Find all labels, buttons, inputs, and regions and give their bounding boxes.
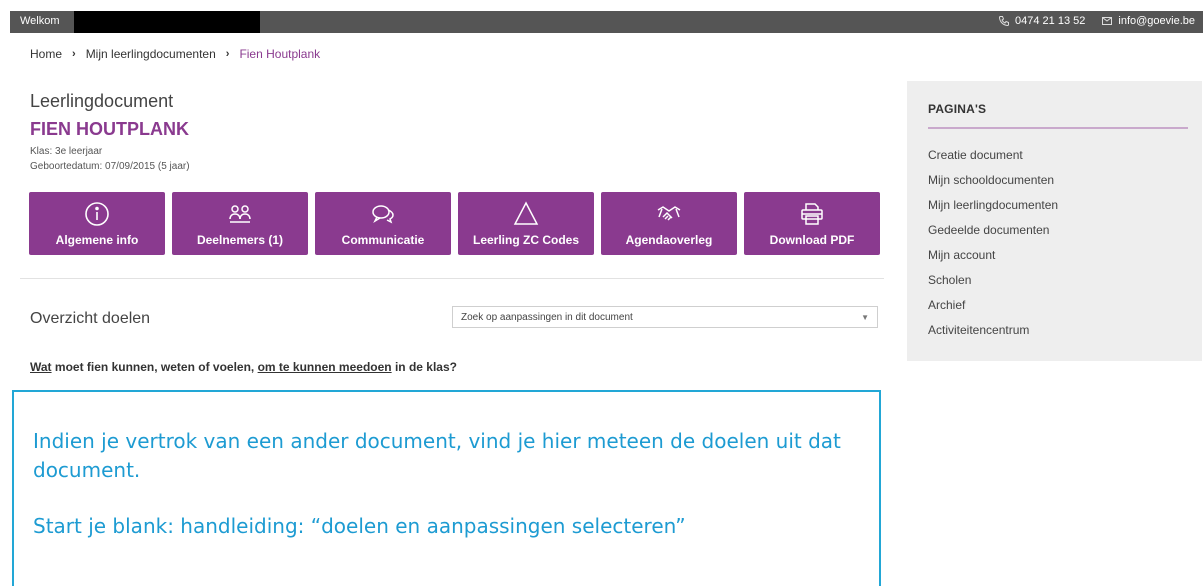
algemene-info-button[interactable]: Algemene info (29, 192, 165, 255)
sidebar-divider (928, 127, 1188, 129)
caret-down-icon: ▼ (861, 313, 869, 322)
welcome-text: Welkom (20, 15, 60, 27)
button-label: Communicatie (341, 232, 425, 247)
mail-icon (1102, 17, 1113, 25)
sidebar-item-mijn-leerlingdocumenten[interactable]: Mijn leerlingdocumenten (928, 198, 1058, 223)
search-select-placeholder: Zoek op aanpassingen in dit document (461, 312, 633, 323)
phone-link[interactable]: 0474 21 13 52 (998, 15, 1085, 27)
callout-text-2: Start je blank: handleiding: “doelen en … (33, 514, 686, 538)
sidebar-menu: Creatie document Mijn schooldocumenten M… (928, 148, 1058, 348)
users-icon (229, 204, 251, 223)
phone-icon (999, 16, 1010, 27)
chat-icon (372, 204, 394, 223)
button-label: Algemene info (55, 232, 139, 247)
question-link-meedoen[interactable]: om te kunnen meedoen (258, 360, 392, 374)
sidebar-item-mijn-schooldocumenten[interactable]: Mijn schooldocumenten (928, 173, 1058, 198)
sidebar-item-activiteitencentrum[interactable]: Activiteitencentrum (928, 323, 1058, 348)
question-link-wat[interactable]: Wat (30, 360, 52, 374)
document-type-label: Leerlingdocument (30, 91, 174, 111)
top-bar: Welkom 0474 21 13 52 info@goevie.be (10, 11, 1203, 33)
chevron-right-icon: › (225, 48, 230, 60)
student-class: Klas: 3e leerjaar (30, 146, 103, 157)
button-label: Deelnemers (1) (196, 232, 284, 247)
handshake-icon (657, 205, 681, 221)
instruction-callout: Indien je vertrok van een ander document… (12, 390, 881, 586)
breadcrumb-home[interactable]: Home (30, 47, 62, 61)
action-buttons: Algemene info Deelnemers (1) Communicati… (29, 192, 880, 255)
breadcrumb-parent[interactable]: Mijn leerlingdocumenten (86, 47, 216, 61)
overview-title: Overzicht doelen (30, 310, 151, 327)
sidebar-item-scholen[interactable]: Scholen (928, 273, 1058, 298)
student-birthdate: Geboortedatum: 07/09/2015 (5 jaar) (30, 161, 190, 172)
button-label: Agendaoverleg (625, 232, 713, 247)
divider (20, 278, 884, 279)
email-link[interactable]: info@goevie.be (1101, 15, 1195, 27)
sidebar-item-gedeelde-documenten[interactable]: Gedeelde documenten (928, 223, 1058, 248)
chevron-right-icon: › (72, 48, 76, 60)
email-address: info@goevie.be (1118, 15, 1195, 27)
printer-icon (801, 202, 823, 225)
question-text-end: in de klas? (391, 360, 457, 374)
sidebar: PAGINA'S Creatie document Mijn schooldoc… (907, 81, 1202, 361)
callout-text-1: Indien je vertrok van een ander document… (33, 429, 841, 482)
sidebar-item-archief[interactable]: Archief (928, 298, 1058, 323)
communicatie-button[interactable]: Communicatie (315, 192, 451, 255)
deelnemers-button[interactable]: Deelnemers (1) (172, 192, 308, 255)
download-pdf-button[interactable]: Download PDF (744, 192, 880, 255)
leerling-zc-codes-button[interactable]: Leerling ZC Codes (458, 192, 594, 255)
info-icon (85, 201, 109, 226)
sidebar-item-mijn-account[interactable]: Mijn account (928, 248, 1058, 273)
search-select[interactable]: Zoek op aanpassingen in dit document ▼ (452, 306, 878, 328)
phone-number: 0474 21 13 52 (1015, 15, 1086, 27)
button-label: Download PDF (769, 232, 855, 247)
contact-info: 0474 21 13 52 info@goevie.be (998, 15, 1195, 27)
breadcrumb: Home › Mijn leerlingdocumenten › Fien Ho… (30, 47, 320, 61)
button-label: Leerling ZC Codes (472, 232, 579, 247)
student-name: FIEN HOUTPLANK (30, 119, 189, 139)
goal-question: Wat moet fien kunnen, weten of voelen, o… (30, 360, 457, 374)
question-text: moet fien kunnen, weten of voelen, (51, 360, 258, 374)
triangle-icon (513, 200, 539, 225)
redacted-username (74, 11, 260, 33)
agendaoverleg-button[interactable]: Agendaoverleg (601, 192, 737, 255)
breadcrumb-current: Fien Houtplank (239, 47, 321, 61)
sidebar-title: PAGINA'S (928, 102, 987, 116)
sidebar-item-creatie-document[interactable]: Creatie document (928, 148, 1058, 173)
